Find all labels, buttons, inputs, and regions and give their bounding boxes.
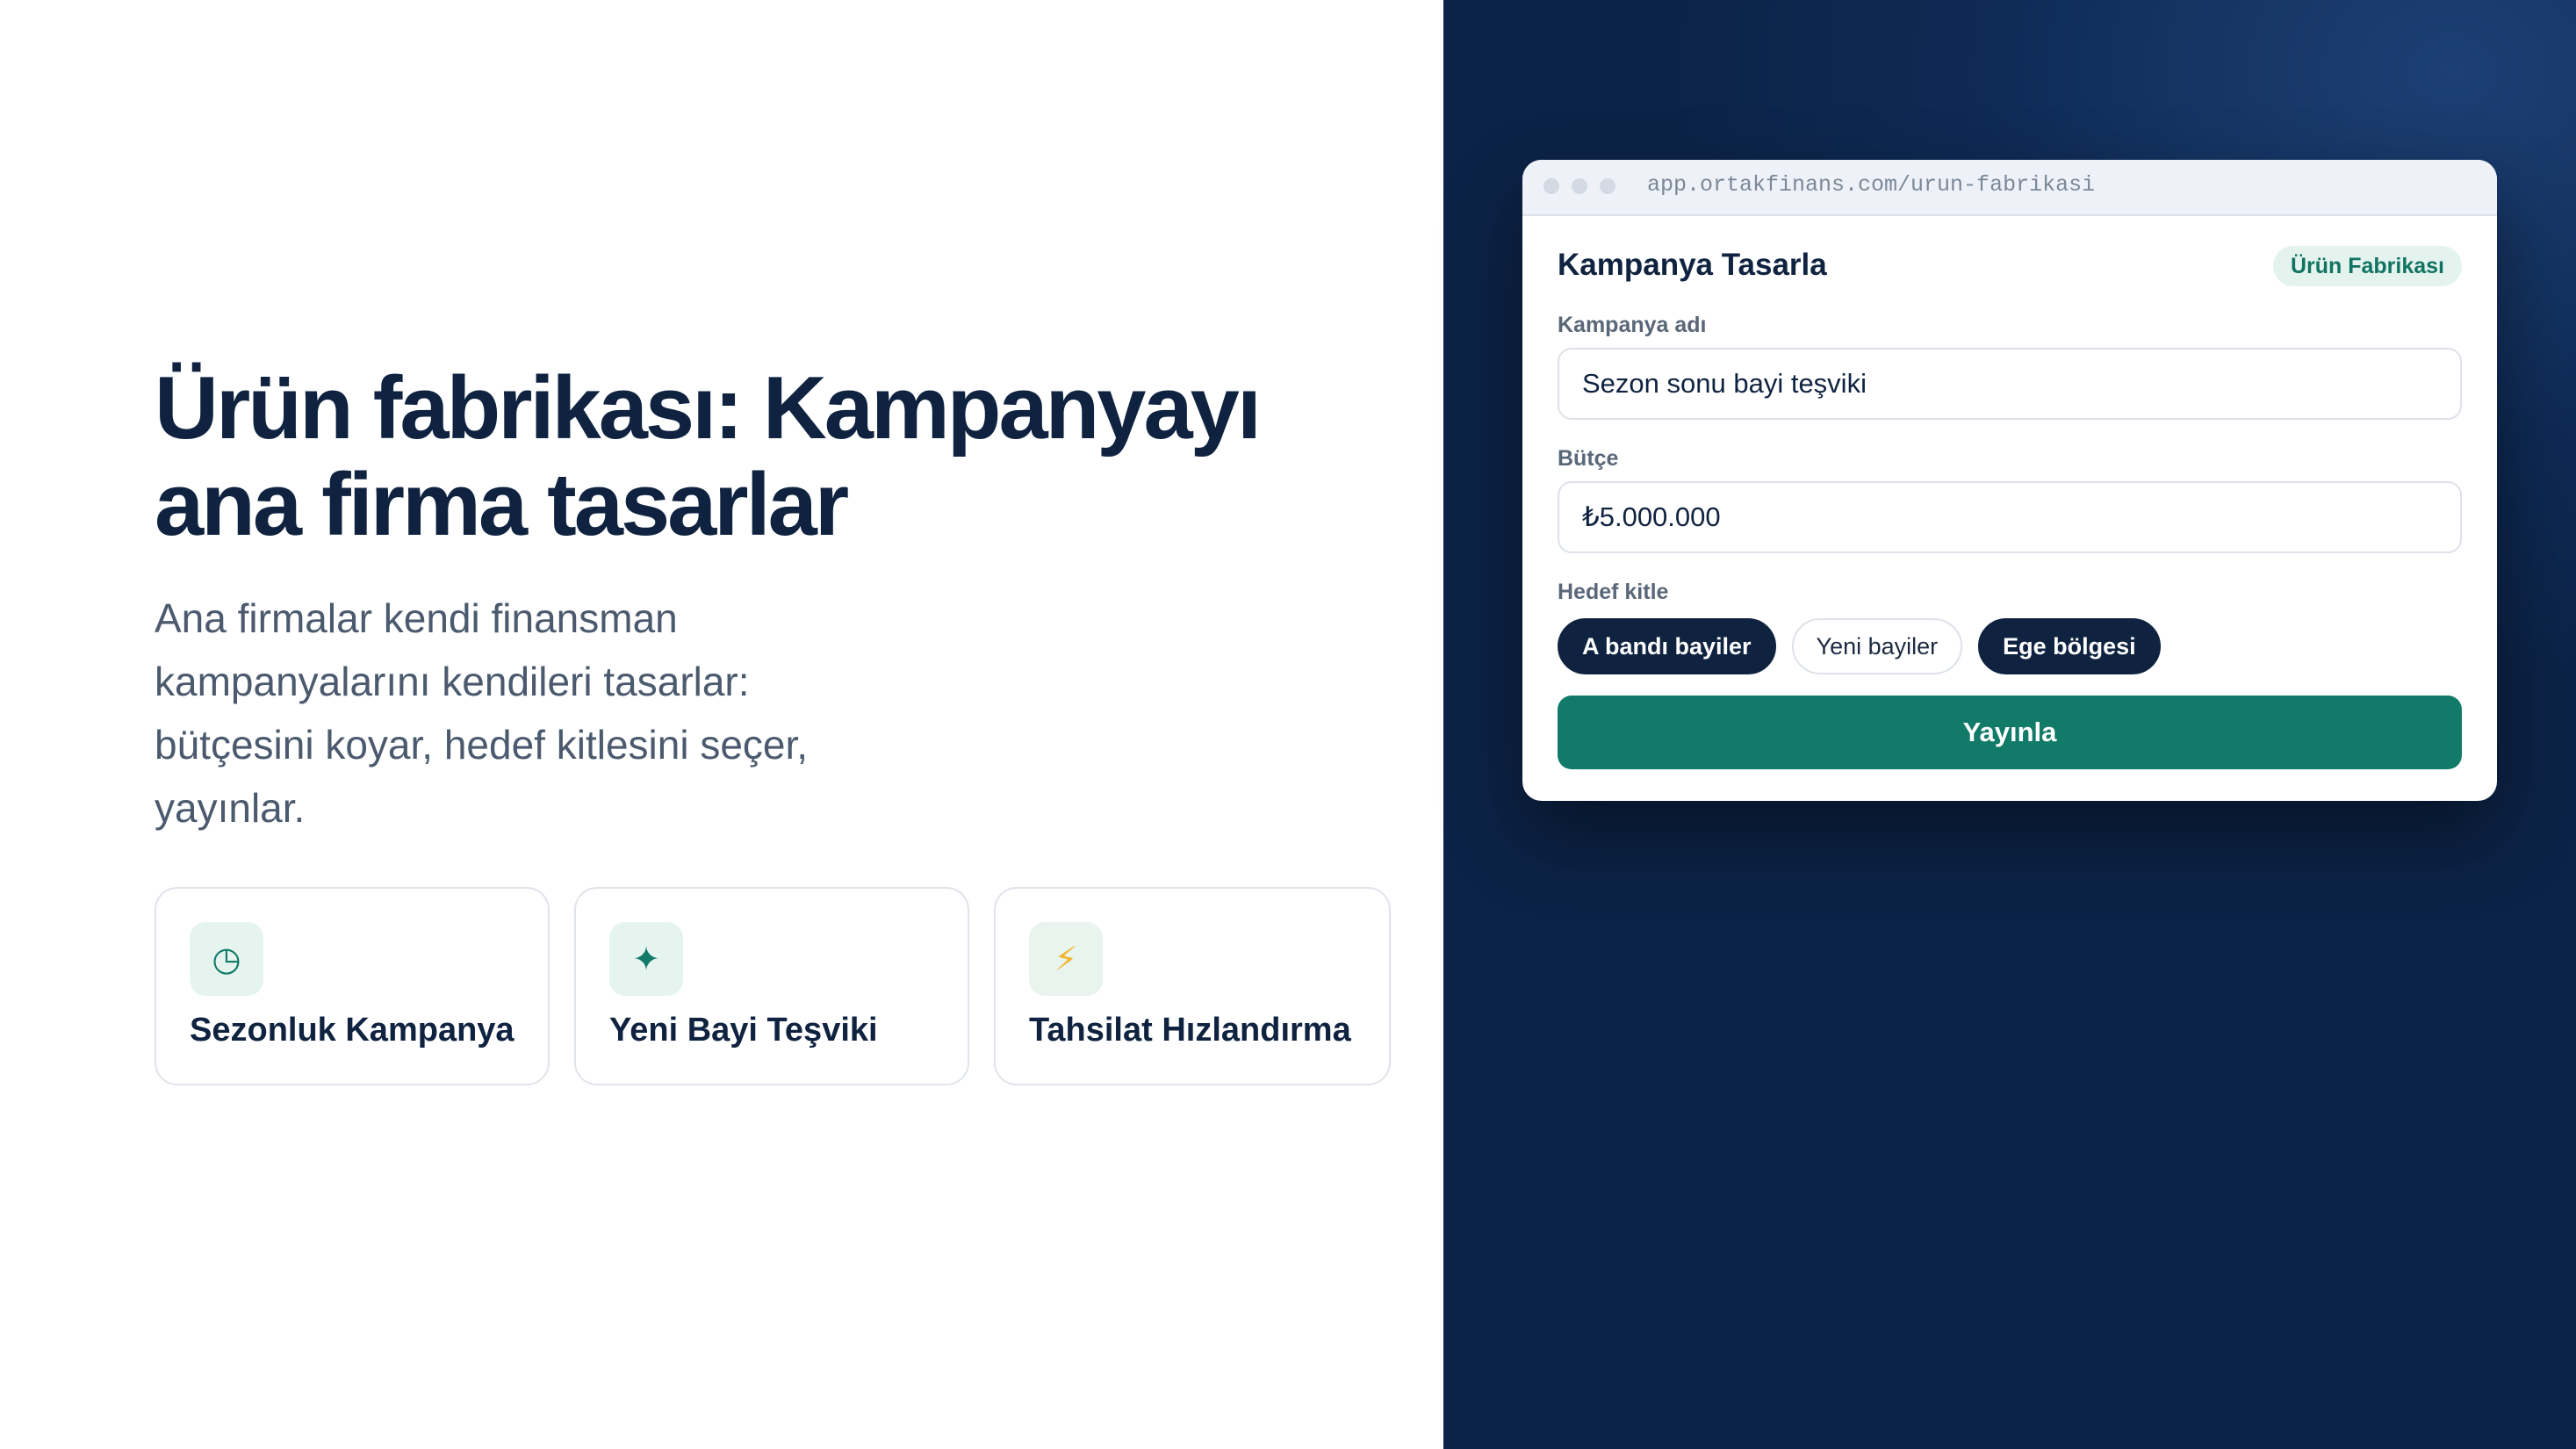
audience-chip-new-dealers[interactable]: Yeni bayiler [1791,618,1963,674]
feature-card-title: Sezonluk Kampanya [190,1012,514,1049]
window-dot-icon[interactable] [1572,178,1587,194]
audience-chip-a-band[interactable]: A bandı bayiler [1558,618,1776,674]
bolt-icon: ⚡ [1029,922,1103,996]
left-panel: Ürün fabrikası: Kampanyayı ana firma tas… [0,0,1443,1449]
sparkle-icon: ✦ [609,922,683,996]
clock-icon: ◷ [190,922,263,996]
hero-title: Ürün fabrikası: Kampanyayı ana firma tas… [155,359,1262,554]
audience-chip-aegean[interactable]: Ege bölgesi [1978,618,2161,674]
feature-card-new-dealer[interactable]: ✦ Yeni Bayi Teşviki [574,887,969,1085]
feature-card-title: Tahsilat Hızlandırma [1029,1012,1351,1049]
campaign-form: Kampanya Tasarla Ürün Fabrikası Kampanya… [1558,214,2462,801]
hero-lead: Ana firmalar kendi finansman kampanyalar… [155,595,809,831]
campaign-name-input[interactable]: Sezon sonu bayi teşviki [1558,348,2462,420]
window-dot-icon[interactable] [1600,178,1615,194]
product-factory-badge: Ürün Fabrikası [2272,246,2462,286]
budget-label: Bütçe [1558,446,1619,471]
feature-card-title: Yeni Bayi Teşviki [609,1012,878,1049]
audience-label: Hedef kitle [1558,580,1669,604]
budget-input[interactable]: ₺5.000.000 [1558,481,2462,553]
publish-button[interactable]: Yayınla [1558,696,2462,769]
window-controls [1543,178,1615,194]
campaign-name-label: Kampanya adı [1558,313,1707,337]
form-title: Kampanya Tasarla [1558,248,1827,282]
url-text[interactable]: app.ortakfinans.com/urun-fabrikasi [1647,172,2095,198]
browser-address-bar: app.ortakfinans.com/urun-fabrikasi [1522,160,2497,216]
window-dot-icon[interactable] [1543,178,1559,194]
feature-card-seasonal[interactable]: ◷ Sezonluk Kampanya [155,887,550,1085]
audience-chips: A bandı bayiler Yeni bayiler Ege bölgesi [1558,618,2161,674]
feature-card-collection[interactable]: ⚡ Tahsilat Hızlandırma [994,887,1391,1085]
browser-window: app.ortakfinans.com/urun-fabrikasi Kampa… [1522,160,2497,801]
feature-cards: ◷ Sezonluk Kampanya ✦ Yeni Bayi Teşviki … [155,887,1391,1085]
